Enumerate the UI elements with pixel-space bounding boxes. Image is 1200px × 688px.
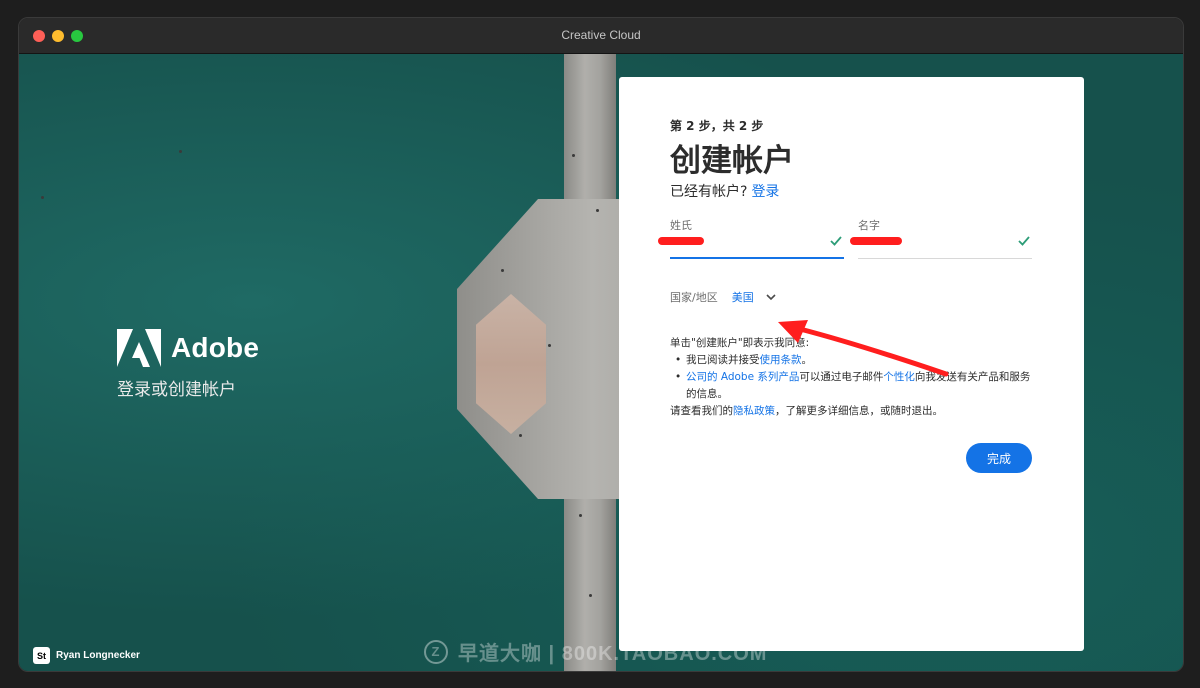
swimmer: [179, 150, 182, 153]
watermark-logo-icon: Z: [424, 639, 448, 664]
pedestrian: [589, 594, 592, 597]
chevron-down-icon: [766, 294, 776, 301]
first-name-label: 名字: [858, 219, 880, 232]
redaction-mark: [658, 237, 704, 245]
first-name-field[interactable]: 名字: [850, 217, 1032, 259]
privacy-note: 请查看我们的隐私政策，了解更多详细信息，或随时退出。: [670, 403, 1040, 420]
signin-prompt: 已经有帐户? 登录: [670, 181, 779, 201]
country-label: 国家/地区: [670, 291, 718, 304]
country-row: 国家/地区 美国: [670, 289, 776, 305]
last-name-redacted: [658, 237, 704, 250]
privacy-text2: ，了解更多详细信息，或随时退出。: [775, 405, 943, 417]
last-name-label: 姓氏: [670, 219, 692, 232]
pedestrian: [579, 514, 582, 517]
app-window: Creative Cloud Adobe 登录或创建帐户 St Ryan Lon…: [18, 17, 1184, 672]
adobe-brand: Adobe 登录或创建帐户: [117, 329, 259, 400]
terms-item1-text: 我已阅读并接受: [686, 354, 760, 366]
signin-link[interactable]: 登录: [751, 184, 779, 200]
window-title: Creative Cloud: [561, 28, 641, 42]
redaction-mark: [850, 237, 902, 245]
adobe-logo-icon: [117, 329, 161, 367]
privacy-policy-link[interactable]: 隐私政策: [733, 405, 775, 417]
done-button[interactable]: 完成: [966, 443, 1032, 473]
last-name-field[interactable]: 姓氏: [658, 217, 844, 259]
country-select[interactable]: 美国: [732, 289, 776, 305]
pedestrian: [501, 269, 504, 272]
have-account-text: 已经有帐户?: [670, 184, 748, 200]
check-icon: [830, 236, 842, 246]
page-title: 创建帐户: [670, 143, 794, 179]
pedestrian: [596, 209, 599, 212]
adobe-wordmark: Adobe: [171, 332, 260, 363]
background-photo: Adobe 登录或创建帐户 St Ryan Longnecker Z 早道大咖 …: [19, 54, 1183, 671]
swimmer: [41, 196, 44, 199]
brand-tagline: 登录或创建帐户: [117, 380, 236, 400]
adobe-stock-icon: St: [33, 647, 50, 664]
country-value: 美国: [731, 291, 754, 304]
first-name-redacted: [850, 237, 902, 250]
red-arrow-annotation: [778, 320, 949, 377]
pedestrian: [519, 434, 522, 437]
step-indicator: 第 2 步，共 2 步: [670, 119, 764, 133]
photo-credit[interactable]: St Ryan Longnecker: [33, 647, 140, 664]
privacy-text1: 请查看我们的: [670, 405, 733, 417]
title-bar: Creative Cloud: [19, 18, 1183, 54]
photographer-name: Ryan Longnecker: [56, 650, 140, 661]
pedestrian: [572, 154, 575, 157]
pedestrian: [548, 344, 551, 347]
check-icon: [1018, 236, 1030, 246]
